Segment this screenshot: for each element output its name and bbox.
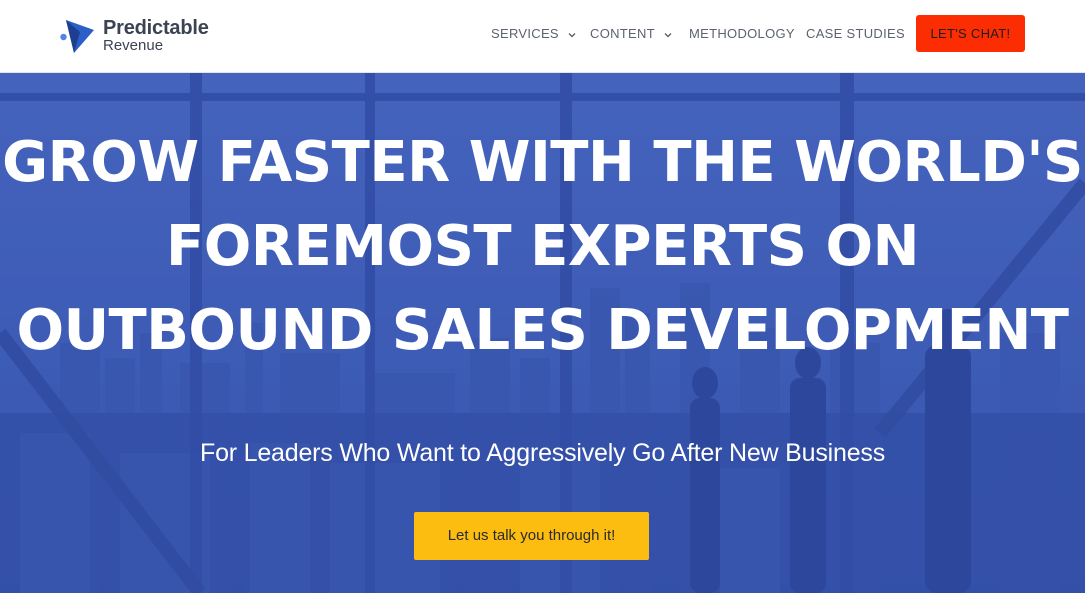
- site-header: Predictable Revenue SERVICES CONTENT MET…: [0, 0, 1085, 73]
- hero-title: GROW FASTER WITH THE WORLD'S FOREMOST EX…: [2, 130, 1083, 363]
- lets-chat-button[interactable]: LET'S CHAT!: [916, 15, 1025, 52]
- nav-item-methodology[interactable]: METHODOLOGY: [689, 24, 795, 44]
- talk-through-button[interactable]: Let us talk you through it!: [414, 512, 649, 560]
- nav-item-label: CASE STUDIES: [806, 26, 905, 41]
- nav-item-label: SERVICES: [491, 26, 559, 41]
- hero-section: GROW FASTER WITH THE WORLD'S FOREMOST EX…: [0, 73, 1085, 593]
- nav-item-content[interactable]: CONTENT: [590, 24, 673, 44]
- nav-item-services[interactable]: SERVICES: [491, 24, 577, 44]
- chevron-down-icon: [664, 32, 672, 38]
- chevron-down-icon: [568, 32, 576, 38]
- nav-item-case-studies[interactable]: CASE STUDIES: [806, 24, 905, 44]
- nav-item-label: METHODOLOGY: [689, 26, 795, 41]
- nav-item-label: CONTENT: [590, 26, 655, 41]
- hero-subtitle: For Leaders Who Want to Aggressively Go …: [200, 439, 885, 467]
